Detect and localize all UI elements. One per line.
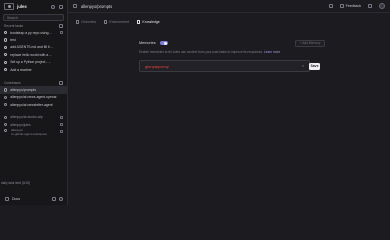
task-menu-icon[interactable] — [60, 31, 63, 35]
task-label: Set up a Python project - ... — [10, 60, 52, 65]
codebase-label: allenpyo/prompts — [10, 88, 37, 93]
task-status-icon — [4, 31, 8, 35]
task-status-icon — [4, 53, 8, 57]
memories-row: Memories — [139, 41, 168, 46]
repo-icon — [4, 95, 8, 100]
memories-description: Enable memories to let Jules use context… — [139, 50, 280, 54]
codebase-menu-icon[interactable] — [60, 130, 63, 134]
codebase-item[interactable]: allenpyo/ai-studio-wip — [0, 114, 67, 121]
memories-toggle[interactable] — [159, 41, 168, 46]
tab-environment[interactable]: Environment — [103, 20, 130, 24]
app-title: jules — [17, 4, 27, 9]
codebase-label: allenpyo/ai-news-agent-openai — [10, 95, 57, 100]
codebase-item-prompts[interactable]: allenpyo/prompts — [0, 86, 67, 94]
daily-limit: daily task limit (0/15) — [1, 181, 31, 185]
search-input[interactable]: Search — [3, 14, 64, 21]
logo-dot-icon — [7, 5, 11, 8]
repo-icon — [4, 88, 8, 92]
task-item[interactable]: test — [0, 36, 67, 43]
recent-tasks-label: Recent tasks — [4, 24, 24, 28]
repo-title: allenpyo/prompts — [81, 3, 113, 9]
task-label: bootstrap a py repo using ... — [10, 30, 53, 35]
feedback-label: Feedback — [345, 4, 361, 8]
memory-input[interactable]: glnnpaqoxmy × — [139, 60, 310, 72]
learn-more-link[interactable]: Learn more — [264, 50, 280, 54]
memories-description-text: Enable memories to let Jules use context… — [139, 50, 264, 54]
codebase-menu-icon[interactable] — [60, 123, 63, 127]
add-memory-button[interactable]: + Add Memory — [295, 39, 325, 47]
collapse-sidebar-icon[interactable] — [59, 4, 63, 9]
tab-label: Knowledge — [142, 20, 160, 24]
sidebar-header: jules — [0, 0, 67, 13]
task-label: replace hello world with a ... — [10, 52, 53, 57]
tab-label: Environment — [109, 20, 130, 24]
codebase-label: allenpyo/ai-studio-wip — [10, 115, 43, 120]
repo-icon — [73, 4, 77, 8]
task-label: test — [10, 38, 16, 43]
search-placeholder: Search — [7, 15, 18, 20]
codebase-label-line2: cv-github-agent-workspace — [11, 132, 48, 137]
settings-icon[interactable] — [59, 197, 63, 201]
memories-label: Memories — [139, 41, 156, 46]
archive-icon[interactable] — [328, 4, 333, 8]
task-item[interactable]: add AGENTS.md and fill it ... — [0, 44, 67, 51]
docs-link[interactable]: Docs — [12, 197, 20, 201]
codebase-item[interactable]: allenpyo/ai-newsletter-agent — [0, 101, 67, 108]
task-label: Add a readme — [10, 67, 32, 72]
codebases-label: Codebases — [4, 81, 21, 86]
tab-label: Overview — [81, 20, 96, 24]
discord-icon[interactable] — [52, 197, 56, 201]
task-status-icon — [4, 38, 8, 42]
notifications-icon[interactable] — [368, 4, 372, 8]
knowledge-icon — [137, 20, 141, 24]
save-button[interactable]: Save — [309, 62, 320, 70]
repo-icon — [4, 115, 8, 119]
docs-icon — [5, 197, 9, 201]
task-label: add AGENTS.md and fill it ... — [10, 45, 54, 50]
feedback-icon — [339, 4, 344, 8]
theme-toggle-icon[interactable] — [51, 4, 55, 9]
task-item[interactable]: replace hello world with a ... — [0, 51, 67, 58]
codebase-item[interactable]: allenpyo/ai-news-agent-openai — [0, 94, 67, 101]
sidebar: jules Search Recent tasks bootstrap a py… — [0, 0, 68, 205]
feedback-button[interactable]: Feedback — [339, 4, 361, 8]
task-status-icon — [4, 68, 8, 72]
task-status-icon — [4, 45, 8, 50]
repo-icon — [4, 129, 8, 133]
tab-overview[interactable]: Overview — [76, 20, 96, 24]
tabs: Overview Environment Knowledge — [76, 20, 160, 24]
codebase-menu-icon[interactable] — [60, 115, 63, 119]
codebase-item[interactable]: allenpyo/ cv-github-agent-workspace — [0, 128, 67, 138]
tab-knowledge[interactable]: Knowledge — [137, 20, 160, 24]
task-item[interactable]: Set up a Python project - ... — [0, 59, 67, 66]
codebase-item[interactable]: allenpyo/jules — [0, 121, 67, 128]
task-item[interactable]: bootstrap a py repo using ... — [0, 29, 67, 36]
jules-logo — [4, 3, 14, 10]
top-bar: allenpyo/prompts Feedback — [68, 0, 390, 13]
avatar[interactable] — [379, 3, 385, 9]
environment-icon — [103, 20, 108, 24]
task-status-icon — [4, 60, 8, 64]
task-item[interactable]: Add a readme — [0, 66, 67, 73]
sidebar-footer: Docs — [0, 193, 68, 205]
codebase-label: allenpyo/jules — [10, 122, 31, 127]
clear-icon[interactable]: × — [302, 64, 304, 68]
codebase-label: allenpyo/ai-newsletter-agent — [10, 102, 53, 107]
repo-icon — [4, 103, 8, 107]
memory-input-value: glnnpaqoxmy — [145, 63, 169, 69]
repo-icon — [4, 123, 8, 127]
add-codebase-icon[interactable] — [59, 81, 63, 86]
filter-icon[interactable] — [59, 24, 63, 28]
overview-icon — [76, 20, 80, 24]
